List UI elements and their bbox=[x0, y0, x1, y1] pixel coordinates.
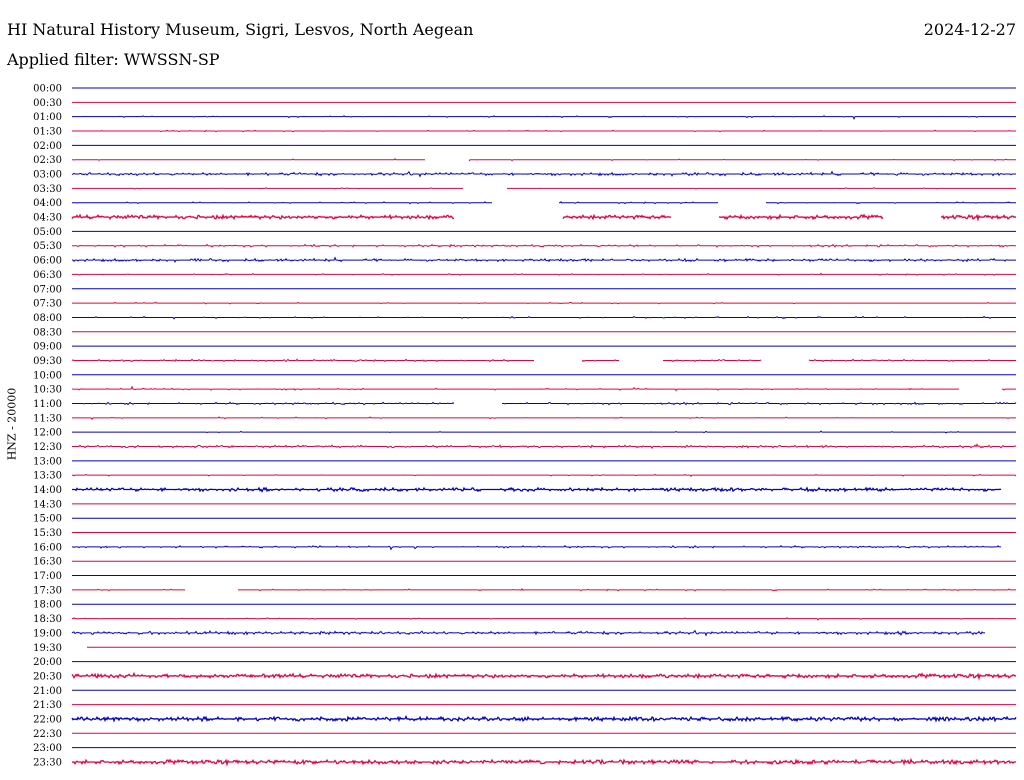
trace-line bbox=[72, 385, 959, 392]
trace-line bbox=[766, 201, 1016, 205]
trace-line bbox=[72, 301, 1016, 305]
trace-line bbox=[71, 671, 1016, 681]
time-tick-label: 13:00 bbox=[33, 456, 62, 467]
time-tick-label: 16:00 bbox=[33, 542, 62, 553]
time-tick-label: 13:30 bbox=[33, 471, 62, 482]
trace-line bbox=[238, 587, 1016, 592]
time-tick-label: 19:00 bbox=[33, 628, 62, 639]
time-tick-label: 20:00 bbox=[33, 657, 62, 668]
time-tick-label: 00:30 bbox=[33, 98, 62, 109]
time-tick-label: 02:00 bbox=[33, 141, 62, 152]
trace-line bbox=[72, 486, 1002, 493]
trace-line bbox=[562, 213, 671, 221]
time-tick-label: 17:00 bbox=[33, 571, 62, 582]
trace-line bbox=[72, 158, 425, 161]
time-tick-label: 02:30 bbox=[33, 155, 62, 166]
trace-group bbox=[71, 87, 1017, 767]
trace-line bbox=[72, 272, 1016, 276]
trace-line bbox=[71, 213, 455, 221]
trace-line bbox=[72, 430, 1016, 434]
time-tick-label: 23:00 bbox=[33, 743, 62, 754]
trace-line bbox=[72, 545, 1001, 551]
trace-line bbox=[468, 158, 1016, 162]
time-tick-label: 21:30 bbox=[33, 700, 62, 711]
time-tick-label: 18:30 bbox=[33, 614, 62, 625]
time-tick-labels: 00:00 00:30 01:00 01:30 02:00 02:30 03:00 03:30… bbox=[33, 84, 62, 769]
time-tick-label: 09:00 bbox=[33, 342, 62, 353]
time-tick-label: 12:30 bbox=[33, 442, 62, 453]
time-tick-label: 04:00 bbox=[33, 198, 62, 209]
trace-line bbox=[663, 358, 762, 363]
trace-line bbox=[72, 588, 185, 592]
trace-line bbox=[72, 401, 455, 406]
trace-line bbox=[72, 201, 492, 205]
trace-line bbox=[1002, 388, 1016, 391]
time-tick-label: 15:30 bbox=[33, 528, 62, 539]
time-tick-label: 14:00 bbox=[33, 485, 62, 496]
time-tick-label: 00:00 bbox=[33, 84, 62, 95]
trace-line bbox=[559, 201, 718, 205]
trace-line bbox=[71, 358, 534, 363]
time-tick-label: 17:30 bbox=[33, 585, 62, 596]
trace-line bbox=[71, 170, 1016, 178]
time-tick-label: 05:00 bbox=[33, 227, 62, 238]
time-tick-label: 19:30 bbox=[33, 643, 62, 654]
seismogram-plot: 00:00 00:30 01:00 01:30 02:00 02:30 03:00 03:30… bbox=[33, 84, 1017, 769]
trace-line bbox=[581, 359, 619, 363]
trace-line bbox=[72, 243, 1016, 248]
trace-line bbox=[71, 714, 1017, 723]
trace-line bbox=[72, 187, 463, 190]
time-tick-label: 10:00 bbox=[33, 370, 62, 381]
time-tick-label: 11:00 bbox=[33, 399, 62, 410]
trace-line bbox=[808, 358, 1016, 363]
time-tick-label: 08:30 bbox=[33, 327, 62, 338]
time-tick-label: 01:00 bbox=[33, 112, 62, 123]
trace-line bbox=[507, 186, 1016, 190]
time-tick-label: 18:00 bbox=[33, 600, 62, 611]
trace-line bbox=[72, 416, 1016, 421]
time-tick-label: 06:30 bbox=[33, 270, 62, 281]
time-tick-label: 11:30 bbox=[33, 413, 62, 424]
trace-line bbox=[72, 115, 1016, 121]
trace-line bbox=[941, 213, 1016, 222]
time-tick-label: 07:00 bbox=[33, 284, 62, 295]
time-tick-label: 22:30 bbox=[33, 729, 62, 740]
time-tick-label: 12:00 bbox=[33, 428, 62, 439]
trace-line bbox=[72, 315, 1016, 320]
time-tick-label: 06:00 bbox=[33, 256, 62, 267]
time-tick-label: 23:30 bbox=[33, 757, 62, 768]
trace-line bbox=[71, 757, 1016, 767]
time-tick-label: 09:30 bbox=[33, 356, 62, 367]
trace-line bbox=[72, 473, 1017, 477]
time-tick-label: 16:30 bbox=[33, 557, 62, 568]
time-tick-label: 04:30 bbox=[33, 213, 62, 224]
time-tick-label: 05:30 bbox=[33, 241, 62, 252]
time-tick-label: 22:00 bbox=[33, 714, 62, 725]
time-tick-label: 14:30 bbox=[33, 499, 62, 510]
time-tick-label: 01:30 bbox=[33, 127, 62, 138]
time-tick-label: 21:00 bbox=[33, 686, 62, 697]
trace-line bbox=[72, 129, 1016, 133]
time-tick-label: 03:00 bbox=[33, 170, 62, 181]
time-tick-label: 08:00 bbox=[33, 313, 62, 324]
time-tick-label: 20:30 bbox=[33, 671, 62, 682]
trace-line bbox=[719, 213, 884, 221]
time-tick-label: 07:30 bbox=[33, 299, 62, 310]
trace-line bbox=[72, 443, 1017, 450]
trace-line bbox=[502, 401, 1017, 406]
trace-line bbox=[72, 617, 1016, 621]
time-tick-label: 15:00 bbox=[33, 514, 62, 525]
time-tick-label: 03:30 bbox=[33, 184, 62, 195]
trace-line bbox=[71, 629, 985, 637]
time-tick-label: 10:30 bbox=[33, 385, 62, 396]
trace-line bbox=[71, 256, 1016, 263]
